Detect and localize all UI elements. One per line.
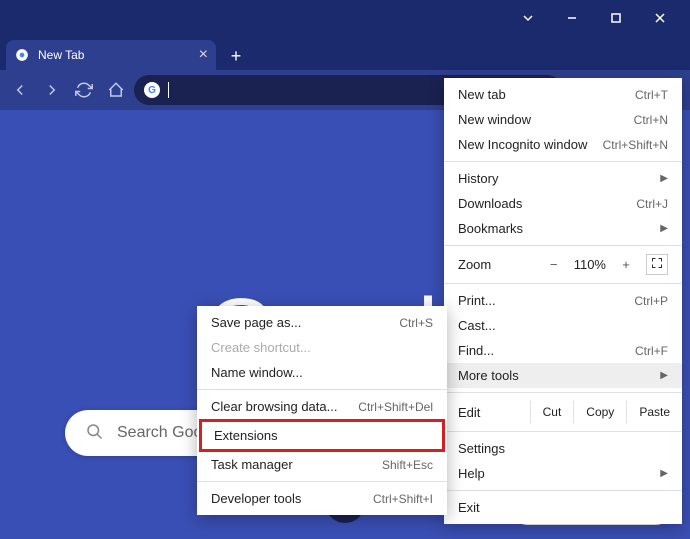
copy-button[interactable]: Copy xyxy=(573,401,626,423)
submenu-save-page[interactable]: Save page as...Ctrl+S xyxy=(197,310,447,335)
submenu-create-shortcut[interactable]: Create shortcut... xyxy=(197,335,447,360)
menu-edit-row: Edit Cut Copy Paste xyxy=(444,397,682,427)
submenu-name-window[interactable]: Name window... xyxy=(197,360,447,385)
menu-bookmarks[interactable]: Bookmarks▶ xyxy=(444,216,682,241)
zoom-in-button[interactable]: + xyxy=(616,257,636,272)
chevron-right-icon: ▶ xyxy=(660,468,668,479)
menu-separator xyxy=(197,481,447,482)
menu-separator xyxy=(197,389,447,390)
zoom-value: 110% xyxy=(574,257,606,272)
submenu-developer-tools[interactable]: Developer toolsCtrl+Shift+I xyxy=(197,486,447,511)
menu-new-tab[interactable]: New tabCtrl+T xyxy=(444,82,682,107)
home-button[interactable] xyxy=(102,76,130,104)
cut-button[interactable]: Cut xyxy=(530,401,574,423)
menu-more-tools[interactable]: More tools▶ xyxy=(444,363,682,388)
zoom-out-button[interactable]: − xyxy=(544,257,564,272)
menu-separator xyxy=(444,392,682,393)
tab-close-button[interactable]: × xyxy=(199,46,208,64)
submenu-extensions[interactable]: Extensions xyxy=(202,422,442,449)
tab-title: New Tab xyxy=(38,48,84,62)
fullscreen-button[interactable] xyxy=(646,254,668,275)
menu-find[interactable]: Find...Ctrl+F xyxy=(444,338,682,363)
chrome-menu: New tabCtrl+T New windowCtrl+N New Incog… xyxy=(444,78,682,524)
submenu-task-manager[interactable]: Task managerShift+Esc xyxy=(197,452,447,477)
browser-tab[interactable]: New Tab × xyxy=(6,40,216,70)
menu-separator xyxy=(444,161,682,162)
extensions-highlight: Extensions xyxy=(199,419,445,452)
menu-separator xyxy=(444,431,682,432)
menu-separator xyxy=(444,245,682,246)
window-dropdown-icon[interactable] xyxy=(506,2,550,34)
back-button[interactable] xyxy=(6,76,34,104)
tab-strip: New Tab × + xyxy=(0,36,690,70)
text-cursor xyxy=(168,82,169,98)
chevron-right-icon: ▶ xyxy=(660,173,668,184)
more-tools-submenu: Save page as...Ctrl+S Create shortcut...… xyxy=(197,306,447,515)
menu-exit[interactable]: Exit xyxy=(444,495,682,520)
menu-cast[interactable]: Cast... xyxy=(444,313,682,338)
menu-history[interactable]: History▶ xyxy=(444,166,682,191)
paste-button[interactable]: Paste xyxy=(626,401,682,423)
edit-label: Edit xyxy=(458,405,530,420)
menu-settings[interactable]: Settings xyxy=(444,436,682,461)
window-close-button[interactable] xyxy=(638,2,682,34)
menu-new-window[interactable]: New windowCtrl+N xyxy=(444,107,682,132)
google-icon: G xyxy=(144,82,160,98)
search-icon xyxy=(85,422,103,445)
menu-separator xyxy=(444,490,682,491)
menu-print[interactable]: Print...Ctrl+P xyxy=(444,288,682,313)
new-tab-button[interactable]: + xyxy=(222,42,250,70)
chevron-right-icon: ▶ xyxy=(660,223,668,234)
chrome-icon xyxy=(14,47,30,63)
menu-new-incognito[interactable]: New Incognito windowCtrl+Shift+N xyxy=(444,132,682,157)
forward-button[interactable] xyxy=(38,76,66,104)
menu-downloads[interactable]: DownloadsCtrl+J xyxy=(444,191,682,216)
submenu-clear-browsing-data[interactable]: Clear browsing data...Ctrl+Shift+Del xyxy=(197,394,447,419)
menu-help[interactable]: Help▶ xyxy=(444,461,682,486)
window-titlebar xyxy=(0,0,690,36)
reload-button[interactable] xyxy=(70,76,98,104)
menu-separator xyxy=(444,283,682,284)
window-maximize-button[interactable] xyxy=(594,2,638,34)
chevron-right-icon: ▶ xyxy=(660,370,668,381)
window-minimize-button[interactable] xyxy=(550,2,594,34)
menu-zoom-row: Zoom − 110% + xyxy=(444,250,682,279)
zoom-label: Zoom xyxy=(458,257,534,272)
